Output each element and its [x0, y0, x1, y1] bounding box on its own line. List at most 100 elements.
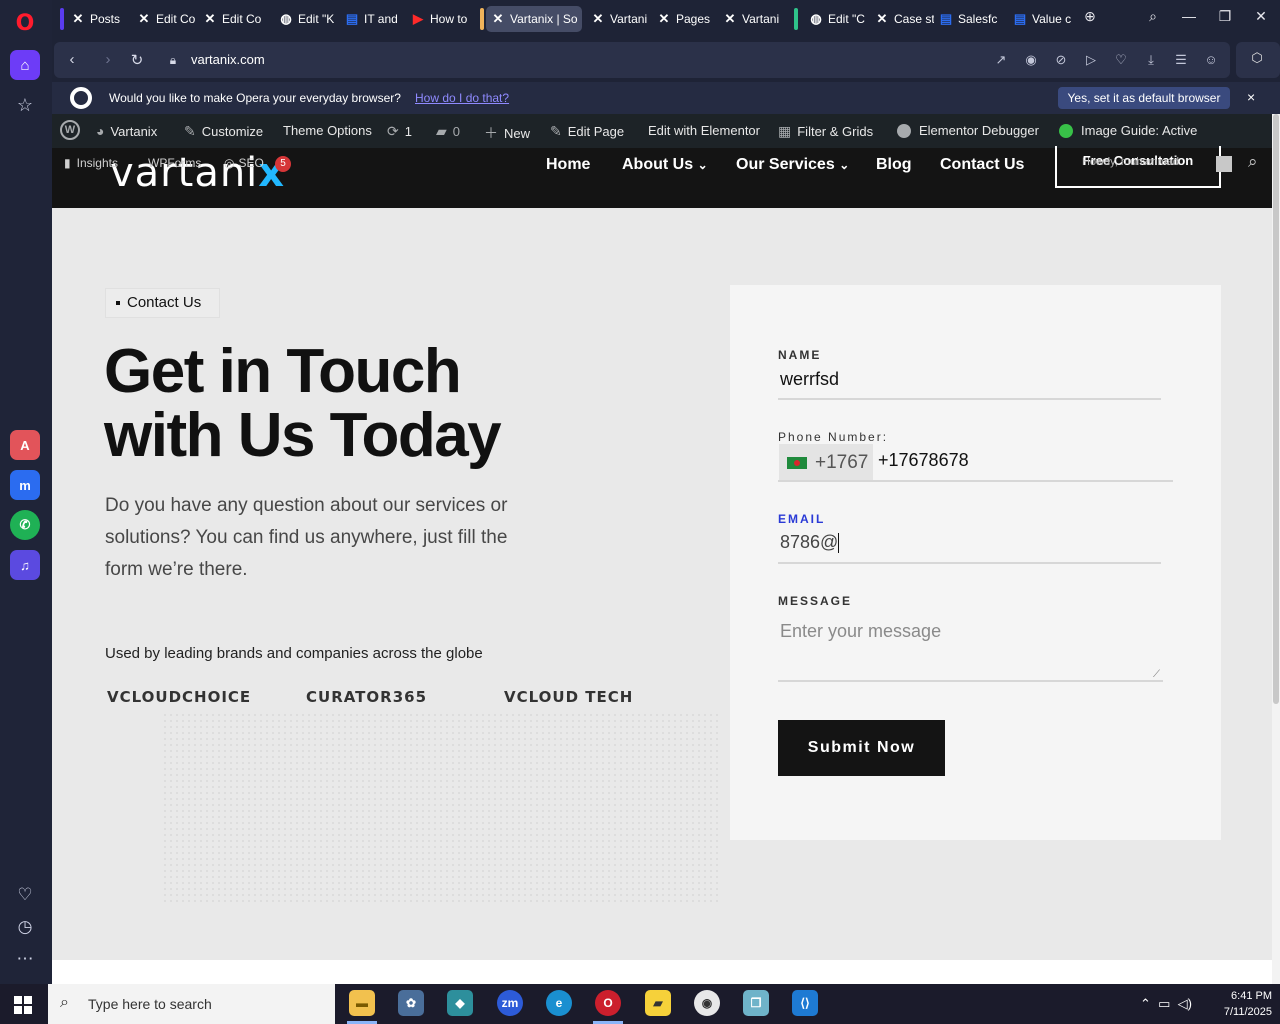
tab-13[interactable]: ▤ Value c [1008, 6, 1072, 32]
wordpress-logo-icon[interactable]: W [60, 120, 80, 140]
file-explorer-icon[interactable]: ▬ [349, 990, 375, 1016]
edge-icon[interactable]: e [546, 990, 572, 1016]
user-avatar[interactable] [1216, 156, 1232, 172]
history-clock-icon[interactable]: ◷ [10, 912, 40, 942]
wp-edit-elementor[interactable]: Edit with Elementor [648, 123, 760, 138]
restore-icon[interactable]: ❐ [1213, 8, 1237, 25]
aria-icon[interactable]: A [10, 430, 40, 460]
tab-5[interactable]: ▶ How to [406, 6, 470, 32]
app-paint-icon[interactable]: ✿ [398, 990, 424, 1016]
extensions-cube-icon[interactable]: ⬡ [1248, 50, 1266, 66]
wp-insights[interactable]: ▮ Insights [64, 156, 118, 170]
tab-group-indicator [480, 8, 484, 30]
favorites-heart-icon[interactable]: ♡ [10, 880, 40, 910]
back-icon[interactable]: ‹ [63, 51, 81, 68]
wp-theme-options[interactable]: Theme Options [283, 123, 372, 138]
wp-site-name[interactable]: ◕ Vartanix [96, 123, 157, 139]
close-bar-icon[interactable]: × [1247, 89, 1255, 105]
nav-contact-us[interactable]: Contact Us [940, 156, 1024, 174]
wp-elementor-debugger[interactable]: Elementor Debugger [897, 123, 1039, 138]
chrome-icon[interactable]: ◉ [694, 990, 720, 1016]
sticky-notes-icon[interactable]: ▰ [645, 990, 671, 1016]
tab-11[interactable]: ✕ Case st [870, 6, 934, 32]
search-tabs-icon[interactable]: ⌕ [1141, 8, 1165, 25]
wp-image-guide[interactable]: Image Guide: Active [1059, 123, 1197, 138]
more-dots-icon[interactable]: ⋯ [10, 944, 40, 974]
nav-blog[interactable]: Blog [876, 156, 912, 174]
vscode-icon[interactable]: ⟨⟩ [792, 990, 818, 1016]
tab-8[interactable]: ✕ Pages [652, 6, 716, 32]
profile-icon[interactable]: ☺ [1202, 52, 1220, 67]
search-icon[interactable]: ⌕ [1248, 152, 1258, 172]
wp-filter-grids[interactable]: ▦ Filter & Grids [778, 123, 873, 140]
name-input[interactable]: werrfsd [780, 369, 839, 390]
system-tray[interactable]: ⌃ ▭ ◁) [1140, 996, 1192, 1012]
camera-icon[interactable]: ◉ [1022, 52, 1040, 68]
bookmark-heart-icon[interactable]: ♡ [1112, 52, 1130, 68]
email-input[interactable]: 8786@ [780, 532, 840, 554]
forward-icon[interactable]: › [99, 51, 117, 68]
comment-icon: ▰ [436, 123, 447, 139]
bookmarks-star-icon[interactable]: ☆ [10, 90, 40, 120]
whatsapp-icon[interactable]: ✆ [10, 510, 40, 540]
wp-customize[interactable]: ✎ Customize [184, 123, 263, 140]
wp-comments[interactable]: ▰ 0 [436, 123, 460, 140]
share-icon[interactable]: ↗ [992, 52, 1010, 68]
ad-block-icon[interactable]: ⊘ [1052, 52, 1070, 68]
phone-input[interactable]: +17678678 [878, 450, 969, 471]
chevron-up-icon[interactable]: ⌃ [1140, 996, 1151, 1011]
country-code-selector[interactable]: +1767 [779, 444, 873, 480]
send-icon[interactable]: ▷ [1082, 52, 1100, 68]
message-textarea[interactable]: Enter your message [780, 621, 941, 642]
opera-taskbar-icon[interactable]: O [595, 990, 621, 1016]
wp-edit-page[interactable]: ✎ Edit Page [550, 123, 624, 140]
globe-icon: ◍ [810, 11, 822, 26]
how-do-i-link[interactable]: How do I do that? [415, 91, 509, 105]
close-window-icon[interactable]: ✕ [1249, 8, 1273, 25]
plus-icon: ＋ [484, 125, 498, 141]
network-icon[interactable]: ▭ [1158, 996, 1170, 1011]
zoom-icon[interactable]: zm [497, 990, 523, 1016]
music-player-icon[interactable]: ♫ [10, 550, 40, 580]
tab-1[interactable]: ✕ Edit Co [132, 6, 196, 32]
messenger-icon[interactable]: m [10, 470, 40, 500]
app-dbeaver-icon[interactable]: ❒ [743, 990, 769, 1016]
tab-10[interactable]: ◍ Edit "C [804, 6, 870, 32]
reload-icon[interactable]: ↻ [128, 51, 146, 69]
tab-9[interactable]: ✕ Vartani [718, 6, 784, 32]
taskbar-clock[interactable]: 6:41 PM 7/11/2025 [1214, 988, 1272, 1020]
tab-6-active[interactable]: ✕ Vartanix | So [486, 6, 582, 32]
wp-wpforms[interactable]: WPForms [148, 156, 201, 170]
new-tab-plus-icon[interactable]: ⊕ [1078, 8, 1102, 25]
address-bar[interactable]: ‹ › ↻ 🔒︎ vartanix.com ↗ ◉ ⊘ ▷ ♡ ⤓ ☰ ☺ [54, 42, 1230, 78]
wp-howdy[interactable]: Howdy, muhammad [1082, 156, 1179, 168]
home-icon[interactable]: ⌂ [10, 50, 40, 80]
set-default-button[interactable]: Yes, set it as default browser [1058, 87, 1230, 109]
scrollbar-thumb[interactable] [1273, 114, 1279, 704]
nav-about-us[interactable]: About Us ⌄ [622, 156, 708, 174]
resize-handle-icon[interactable]: ⟋ [1153, 669, 1160, 680]
tab-12[interactable]: ▤ Salesfc [934, 6, 998, 32]
tab-7[interactable]: ✕ Vartani [586, 6, 650, 32]
url-text[interactable]: vartanix.com [191, 52, 265, 67]
app-vm-icon[interactable]: ◆ [447, 990, 473, 1016]
windows-start-icon[interactable] [14, 996, 32, 1014]
opera-menu-icon[interactable]: O [10, 8, 40, 38]
wp-seo[interactable]: ◎ SEO [224, 156, 264, 170]
taskbar-search[interactable]: ⌕ Type here to search [48, 984, 335, 1024]
volume-icon[interactable]: ◁) [1178, 996, 1192, 1011]
tab-0[interactable]: ✕ Posts [66, 6, 130, 32]
tab-3[interactable]: ◍ Edit "K [274, 6, 336, 32]
tab-4[interactable]: ▤ IT and [340, 6, 406, 32]
download-icon[interactable]: ⤓ [1142, 52, 1160, 68]
lock-icon[interactable]: 🔒︎ [164, 53, 182, 68]
minimize-icon[interactable]: — [1177, 8, 1201, 24]
wp-new[interactable]: ＋ New [484, 123, 530, 143]
nav-home[interactable]: Home [546, 156, 590, 174]
nav-our-services[interactable]: Our Services ⌄ [736, 156, 849, 174]
easy-setup-icon[interactable]: ☰ [1172, 52, 1190, 68]
tab-2[interactable]: ✕ Edit Co [198, 6, 262, 32]
extensions-box[interactable]: ⬡ [1236, 42, 1280, 78]
submit-button[interactable]: Submit Now [778, 720, 945, 776]
wp-updates[interactable]: ⟳ 1 [387, 123, 412, 140]
